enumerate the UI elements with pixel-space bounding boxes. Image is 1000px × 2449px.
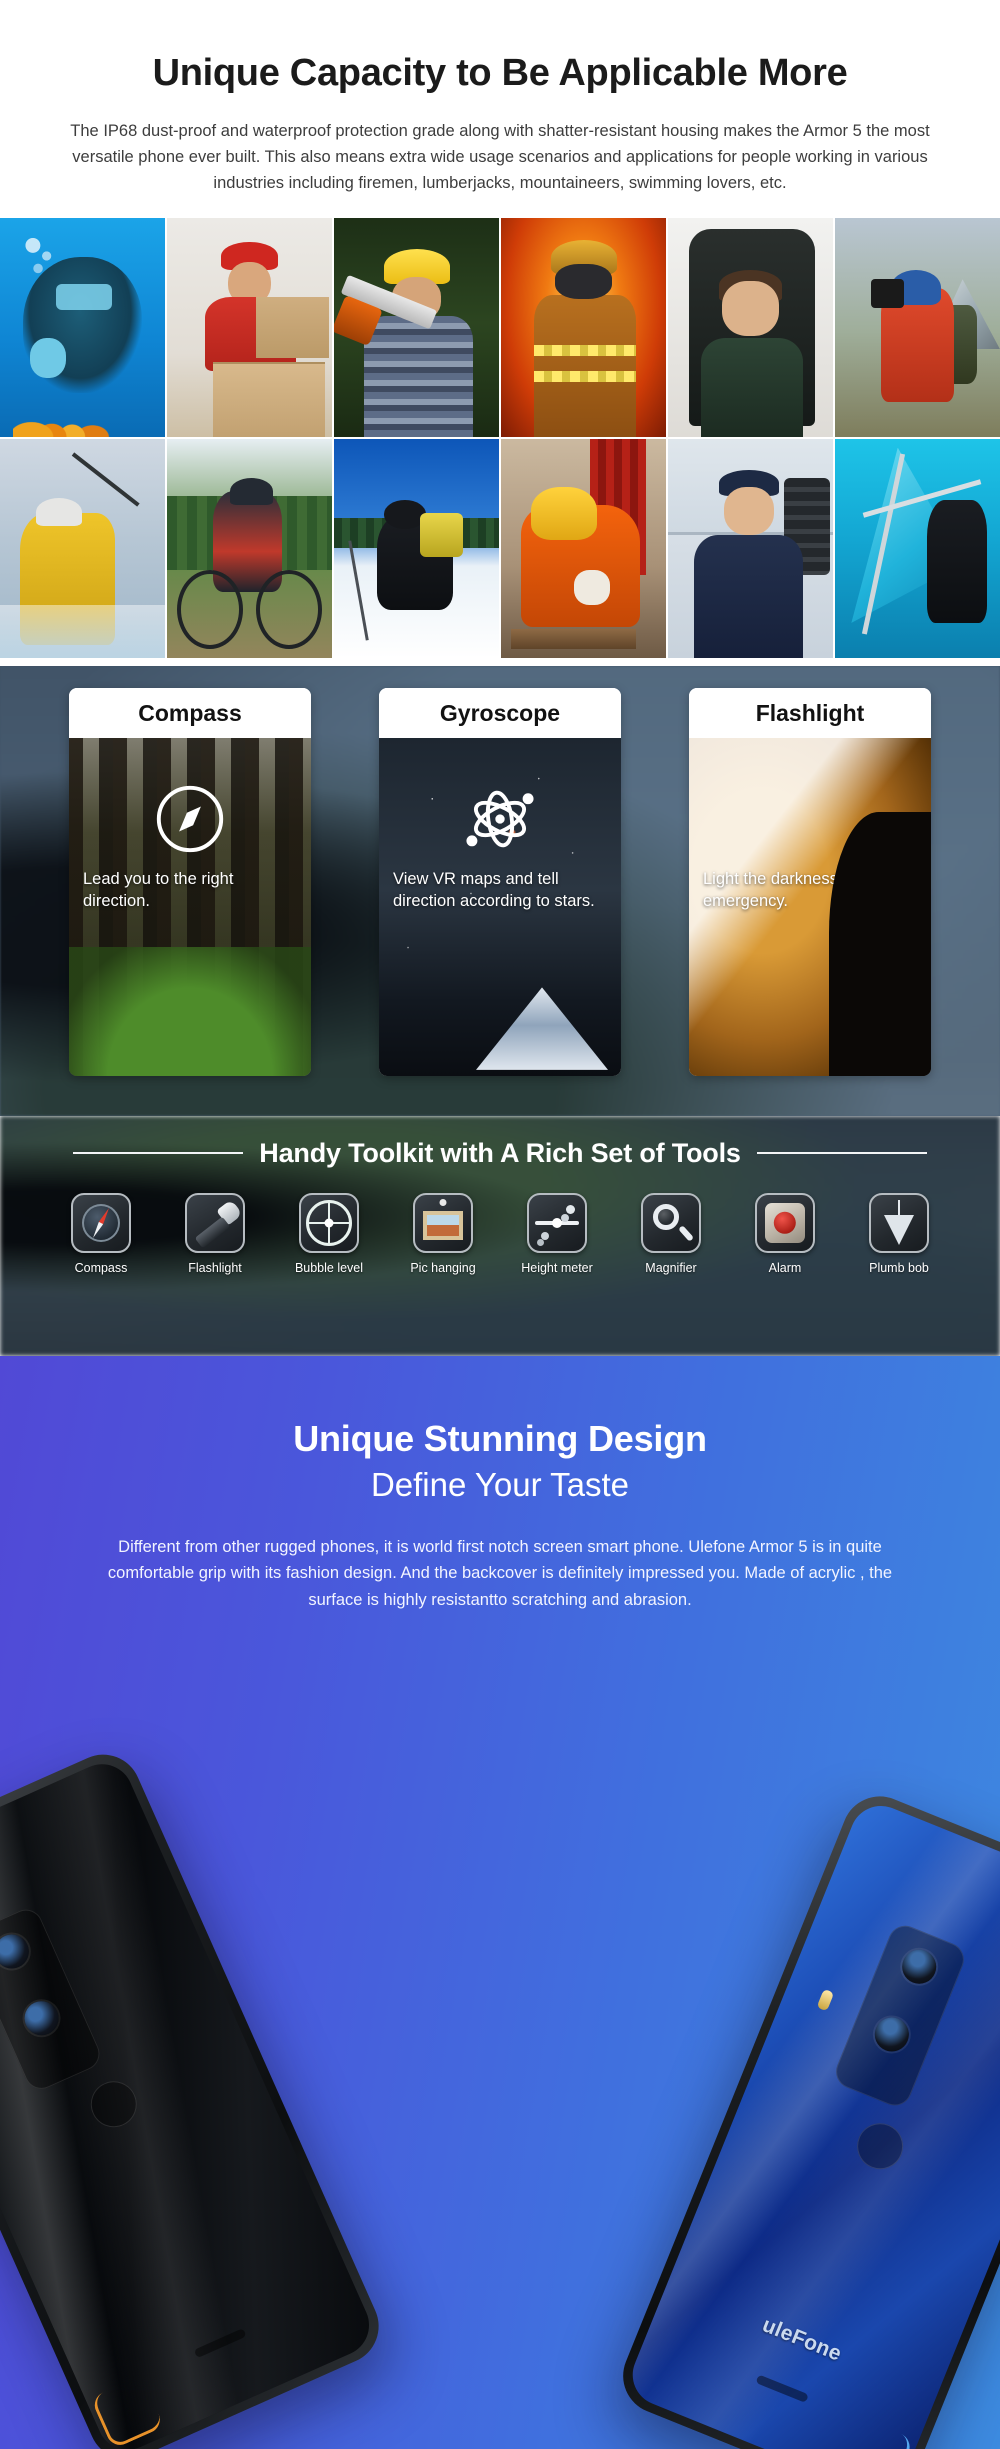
photo-tile-firefighter (501, 217, 666, 437)
photo-tile-lumberjack (334, 217, 499, 437)
photo-tile-welder (501, 438, 666, 658)
phone-backcover (0, 1754, 379, 2449)
photo-tile-hiker-photographer (835, 217, 1000, 437)
feature-card-caption: Light the darkness if emergency. (703, 869, 851, 910)
atom-orbit-icon (466, 790, 534, 848)
toolkit-section: Handy Toolkit with A Rich Set of Tools C… (0, 1115, 1000, 1356)
profession-photo-grid (0, 217, 1000, 666)
toolkit-icons-row: Compass Flashlight Bubble level Pic hang… (0, 1192, 1000, 1275)
photo-tile-scuba-diver (0, 217, 165, 437)
phone-showcase: uleFone (0, 1669, 1000, 2449)
photo-tile-delivery-man (167, 217, 332, 437)
height-meter-app-icon (527, 1192, 587, 1253)
feature-card-image-night-sky: View VR maps and tell direction accordin… (379, 737, 621, 1076)
design-section: Unique Stunning Design Define Your Taste… (0, 1355, 1000, 2449)
tool-item-height-meter[interactable]: Height meter (511, 1192, 603, 1275)
bubble-level-app-icon (299, 1192, 359, 1253)
feature-card-image-cave: Light the darkness if emergency. (689, 737, 931, 1076)
photo-tile-mechanic (668, 438, 833, 658)
tool-label: Bubble level (294, 1260, 364, 1275)
phone-blue: uleFone (611, 1785, 1000, 2449)
sensor-features-section: Compass Lead you to the right direction.… (0, 665, 1000, 1116)
page-title: Unique Capacity to Be Applicable More (152, 52, 848, 94)
feature-card-title: Flashlight (689, 687, 931, 738)
tool-item-compass[interactable]: Compass (55, 1192, 147, 1275)
tool-label: Compass (74, 1260, 128, 1275)
alarm-app-icon (755, 1192, 815, 1253)
feature-card-caption: Lead you to the right direction. (83, 869, 234, 910)
tool-label: Magnifier (645, 1260, 697, 1275)
tool-item-pic-hanging[interactable]: Pic hanging (397, 1192, 489, 1275)
design-subtitle: Define Your Taste (370, 1465, 630, 1503)
camera-lens-primary (0, 1929, 35, 1974)
picture-hanging-app-icon (413, 1192, 473, 1253)
feature-card-gyroscope[interactable]: Gyroscope View VR maps and tell directio… (379, 687, 621, 1076)
tool-label: Alarm (768, 1260, 802, 1275)
flashlight-app-icon (185, 1192, 245, 1253)
divider-right (756, 1152, 927, 1155)
tool-item-flashlight[interactable]: Flashlight (169, 1192, 261, 1275)
phone-backcover: uleFone (623, 1796, 1000, 2449)
feature-card-compass[interactable]: Compass Lead you to the right direction. (69, 687, 311, 1076)
photo-row-2 (0, 438, 1000, 658)
plumb-bob-app-icon (869, 1192, 929, 1253)
photo-tile-cyclist (167, 438, 332, 658)
photo-tile-windsurfer (835, 438, 1000, 658)
intro-paragraph: The IP68 dust-proof and waterproof prote… (70, 121, 930, 192)
compass-app-icon (71, 1192, 131, 1253)
tool-label: Flashlight (188, 1260, 242, 1275)
magnifier-app-icon (641, 1192, 701, 1253)
design-title: Unique Stunning Design (293, 1417, 707, 1459)
feature-card-title: Gyroscope (379, 687, 621, 738)
feature-card-image-forest: Lead you to the right direction. (69, 737, 311, 1076)
photo-tile-skier (334, 438, 499, 658)
glass-gloss (0, 1754, 379, 2449)
photo-row-1 (0, 217, 1000, 437)
product-page: Unique Capacity to Be Applicable More Th… (0, 0, 1000, 2449)
tool-item-magnifier[interactable]: Magnifier (625, 1192, 717, 1275)
tool-label: Plumb bob (869, 1260, 929, 1275)
feature-card-flashlight[interactable]: Flashlight Light the darkness if emergen… (689, 687, 931, 1076)
feature-card-caption: View VR maps and tell direction accordin… (393, 869, 595, 910)
tool-item-alarm[interactable]: Alarm (739, 1192, 831, 1275)
tool-label: Pic hanging (410, 1260, 476, 1275)
tool-label: Height meter (521, 1260, 593, 1275)
tool-item-plumb-bob[interactable]: Plumb bob (853, 1192, 945, 1275)
photo-tile-fisherman (0, 438, 165, 658)
photo-tile-truck-driver (668, 217, 833, 437)
camera-lens-secondary (19, 1995, 65, 2041)
toolkit-heading-row: Handy Toolkit with A Rich Set of Tools (0, 1116, 1000, 1169)
toolkit-heading: Handy Toolkit with A Rich Set of Tools (259, 1137, 741, 1168)
divider-left (73, 1152, 244, 1155)
feature-card-title: Compass (69, 687, 311, 738)
phone-black (0, 1742, 391, 2449)
compass-icon (156, 785, 224, 853)
phone-bezel (0, 1742, 391, 2449)
design-paragraph: Different from other rugged phones, it i… (107, 1537, 893, 1609)
camera-lens-primary (897, 1944, 942, 1990)
feature-cards-row: Compass Lead you to the right direction.… (0, 666, 1000, 1076)
intro-section: Unique Capacity to Be Applicable More Th… (0, 0, 1000, 218)
phone-bezel: uleFone (611, 1785, 1000, 2449)
tool-item-bubble-level[interactable]: Bubble level (283, 1192, 375, 1275)
camera-lens-secondary (870, 2012, 915, 2057)
